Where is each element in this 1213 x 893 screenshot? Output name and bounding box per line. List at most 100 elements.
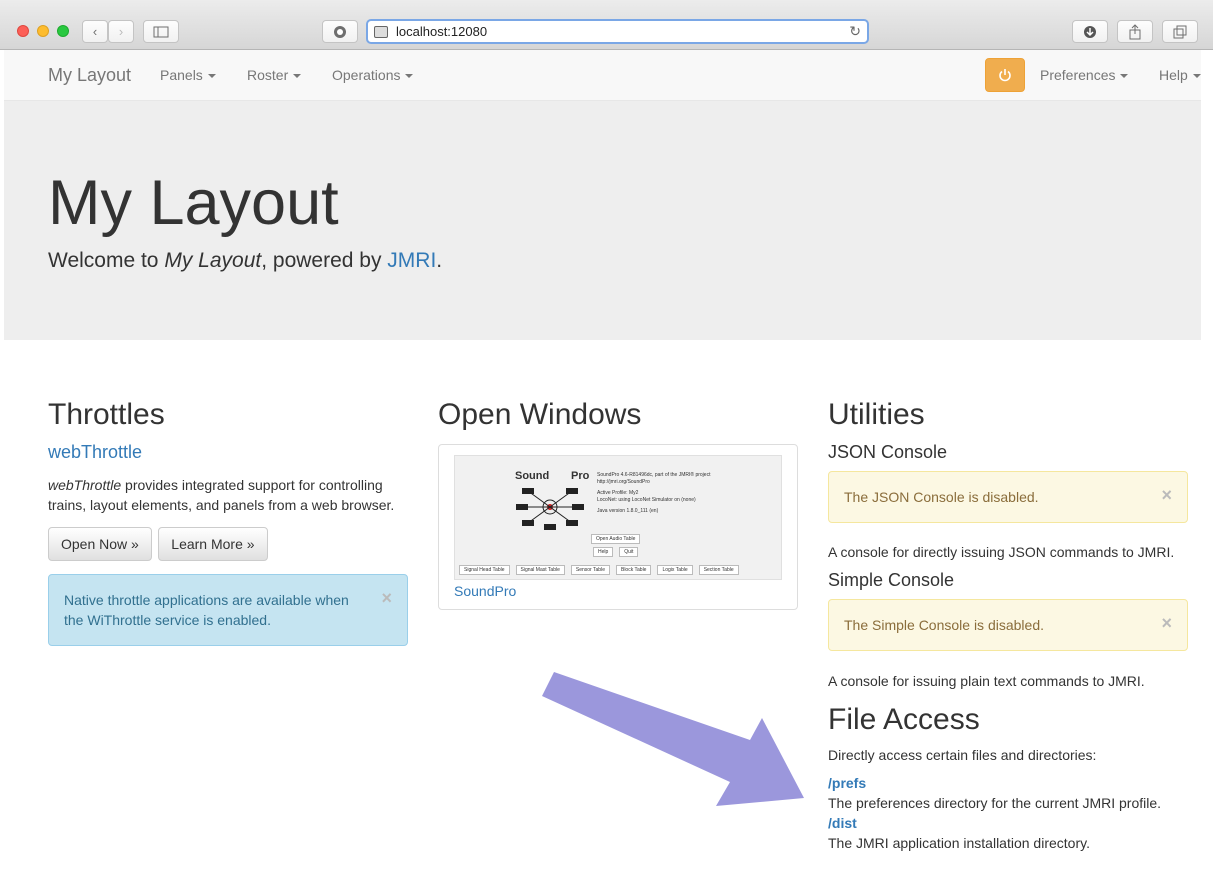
- soundpro-mini-button: Signal Head Table: [459, 565, 510, 575]
- soundpro-center-buttons: Open Audio Table Help Quit: [591, 534, 641, 557]
- file-access-intro: Directly access certain files and direct…: [828, 747, 1097, 763]
- reload-icon[interactable]: ↻: [849, 23, 861, 40]
- jmri-logo-icon: [516, 488, 584, 530]
- menu-panels[interactable]: Panels: [160, 67, 216, 83]
- json-console-description: A console for directly issuing JSON comm…: [828, 544, 1175, 560]
- soundpro-mini-button: Logix Table: [657, 565, 693, 575]
- welcome-text: Welcome to My Layout, powered by JMRI.: [48, 249, 442, 273]
- power-button[interactable]: [985, 58, 1025, 92]
- soundpro-mini-button: Open Audio Table: [591, 534, 641, 544]
- menu-roster[interactable]: Roster: [247, 67, 302, 83]
- withrottle-alert-text: Native throttle applications are availab…: [64, 592, 349, 628]
- download-icon: [1084, 25, 1096, 38]
- prefs-link[interactable]: /prefs: [828, 773, 1188, 793]
- close-window-button[interactable]: [17, 25, 29, 37]
- dist-description: The JMRI application installation direct…: [828, 835, 1090, 851]
- menu-preferences[interactable]: Preferences: [1040, 67, 1129, 83]
- menu-operations[interactable]: Operations: [332, 67, 414, 83]
- webthrottle-link[interactable]: webThrottle: [48, 442, 142, 462]
- soundpro-mini-button: Quit: [619, 547, 639, 557]
- close-icon[interactable]: ×: [1161, 613, 1172, 633]
- caret-down-icon: [405, 74, 414, 79]
- file-access-list: /prefs The preferences directory for the…: [828, 773, 1188, 853]
- soundpro-info-line: Java version 1.8.0_111 (en): [597, 508, 659, 514]
- tabs-icon: [1173, 25, 1187, 38]
- throttles-heading: Throttles: [48, 398, 165, 431]
- soundpro-bottom-buttons: Signal Head Table Signal Mast Table Sens…: [459, 565, 739, 575]
- menu-panels-label: Panels: [160, 67, 203, 83]
- power-icon: [999, 69, 1011, 82]
- file-access-heading: File Access: [828, 703, 980, 736]
- forward-button[interactable]: ›: [108, 20, 134, 43]
- menu-help-label: Help: [1159, 67, 1188, 83]
- downloads-button[interactable]: [1072, 20, 1108, 43]
- caret-down-icon: [1120, 74, 1129, 79]
- close-icon[interactable]: ×: [1161, 485, 1172, 505]
- json-console-alert-text: The JSON Console is disabled.: [844, 489, 1039, 505]
- privacy-report-button[interactable]: [322, 20, 358, 43]
- soundpro-title-left: Sound: [515, 470, 550, 482]
- sidebar-icon: [153, 26, 169, 37]
- soundpro-link[interactable]: SoundPro: [454, 583, 782, 599]
- soundpro-title-right: Pro: [571, 470, 590, 482]
- minimize-window-button[interactable]: [37, 25, 49, 37]
- dist-link[interactable]: /dist: [828, 813, 1188, 833]
- soundpro-mini-button: Sensor Table: [570, 565, 610, 575]
- sidebar-toggle-button[interactable]: [143, 20, 179, 43]
- prefs-description: The preferences directory for the curren…: [828, 795, 1162, 811]
- caret-down-icon: [293, 74, 302, 79]
- chevron-left-icon: ‹: [92, 24, 98, 39]
- back-button[interactable]: ‹: [82, 20, 108, 43]
- webthrottle-name: webThrottle: [48, 477, 122, 493]
- simple-console-alert: The Simple Console is disabled. ×: [828, 599, 1188, 651]
- soundpro-info-line: http://jmri.org/SoundPro: [597, 479, 650, 485]
- menu-roster-label: Roster: [247, 67, 289, 83]
- window-thumbnail[interactable]: Sound Pro SoundPro 4.6-R81496dc, part of…: [438, 444, 798, 610]
- soundpro-mini-button: Signal Mast Table: [515, 565, 565, 575]
- share-button[interactable]: [1117, 20, 1153, 43]
- welcome-suffix: .: [436, 249, 443, 272]
- zoom-window-button[interactable]: [57, 25, 69, 37]
- top-navbar: My Layout Panels Roster Operations Prefe…: [4, 50, 1201, 101]
- soundpro-info-line: Active Profile: My2: [597, 490, 639, 496]
- page-title: My Layout: [48, 168, 339, 238]
- soundpro-screenshot[interactable]: Sound Pro SoundPro 4.6-R81496dc, part of…: [454, 455, 782, 580]
- soundpro-info: SoundPro 4.6-R81496dc, part of the JMRI®…: [597, 472, 710, 515]
- menu-operations-label: Operations: [332, 67, 401, 83]
- open-windows-section: Open Windows Sound Pro SoundPro 4.6-R814…: [438, 398, 798, 610]
- soundpro-info-line: LocoNet: using LocoNet Simulator on (non…: [597, 497, 696, 503]
- chevron-right-icon: ›: [118, 24, 124, 39]
- soundpro-mini-button: Block Table: [615, 565, 652, 575]
- simple-console-description: A console for issuing plain text command…: [828, 673, 1145, 689]
- withrottle-alert: Native throttle applications are availab…: [48, 574, 408, 646]
- favicon-icon: [374, 25, 388, 38]
- jumbotron: My Layout Welcome to My Layout, powered …: [4, 101, 1201, 340]
- json-console-alert: The JSON Console is disabled. ×: [828, 471, 1188, 523]
- soundpro-mini-button: Section Table: [698, 565, 739, 575]
- learn-more-button[interactable]: Learn More »: [158, 527, 268, 561]
- utilities-section: Utilities JSON Console The JSON Console …: [828, 398, 1188, 853]
- open-now-button[interactable]: Open Now »: [48, 527, 152, 561]
- json-console-heading: JSON Console: [828, 442, 948, 462]
- soundpro-info-line: SoundPro 4.6-R81496dc, part of the JMRI®…: [597, 472, 711, 478]
- address-bar[interactable]: localhost:12080 ↻: [366, 19, 869, 44]
- menu-preferences-label: Preferences: [1040, 67, 1116, 83]
- soundpro-mini-button: Help: [592, 547, 614, 557]
- webthrottle-description: webThrottle provides integrated support …: [48, 475, 408, 515]
- navbar-brand[interactable]: My Layout: [48, 65, 131, 86]
- close-icon[interactable]: ×: [381, 588, 392, 608]
- welcome-middle: , powered by: [261, 249, 388, 272]
- caret-down-icon: [207, 74, 216, 79]
- utilities-heading: Utilities: [828, 398, 925, 431]
- jmri-link[interactable]: JMRI: [387, 249, 436, 272]
- simple-console-alert-text: The Simple Console is disabled.: [844, 617, 1044, 633]
- menu-help[interactable]: Help: [1159, 67, 1201, 83]
- caret-down-icon: [1192, 74, 1201, 79]
- open-windows-heading: Open Windows: [438, 398, 642, 431]
- throttles-section: Throttles webThrottle webThrottle provid…: [48, 398, 408, 646]
- share-icon: [1129, 23, 1141, 39]
- annotation-arrow-icon: [542, 672, 804, 806]
- welcome-layout-name: My Layout: [164, 249, 262, 272]
- tabs-overview-button[interactable]: [1162, 20, 1198, 43]
- browser-toolbar: ‹ › localhost:12080 ↻: [0, 0, 1213, 50]
